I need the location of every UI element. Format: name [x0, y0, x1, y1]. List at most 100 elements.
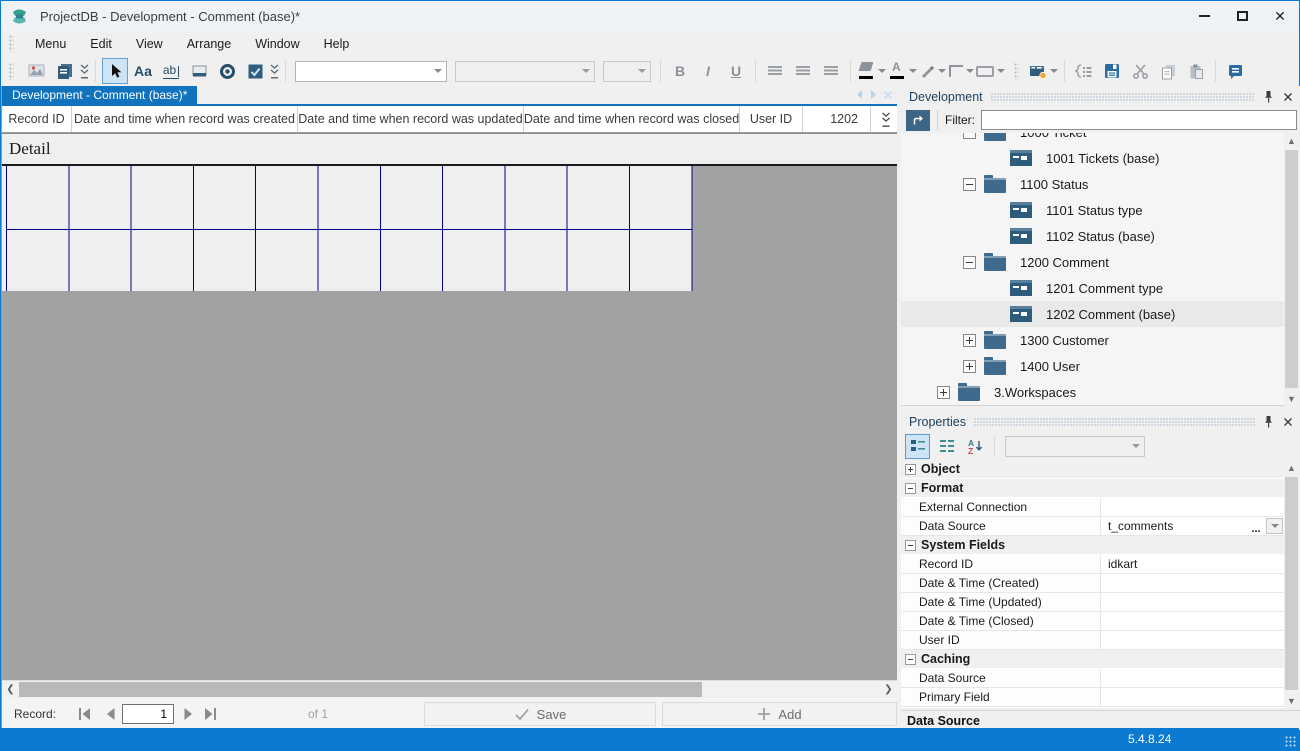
tree-item[interactable]: 1000 Ticket [901, 133, 1284, 145]
maximize-button[interactable] [1223, 1, 1261, 31]
tab-scroll-left-icon[interactable] [855, 89, 864, 100]
scroll-up-icon[interactable]: ▲ [1284, 133, 1299, 148]
tree-item[interactable]: 1001 Tickets (base) [901, 145, 1284, 171]
property-row[interactable]: External Connection [901, 498, 1284, 517]
border-style-button[interactable] [948, 58, 974, 84]
tree-item[interactable]: 1400 User [901, 353, 1284, 379]
alphabetical-sort-button[interactable]: A Z [963, 434, 988, 459]
property-row[interactable]: User ID [901, 631, 1284, 650]
tab-development-comment[interactable]: Development - Comment (base)* [2, 86, 198, 104]
fill-color-button[interactable] [857, 58, 886, 84]
tree-item[interactable]: 1202 Comment (base) [901, 301, 1284, 327]
scrollbar-thumb[interactable] [19, 682, 702, 697]
cut-button[interactable] [1127, 58, 1153, 84]
property-category-row[interactable]: Object [901, 460, 1284, 479]
expand-icon[interactable] [937, 385, 950, 399]
tree-item[interactable]: 1100 Status [901, 171, 1284, 197]
tree-item[interactable]: 1101 Status type [901, 197, 1284, 223]
collapse-icon[interactable] [963, 133, 976, 139]
save-record-button[interactable]: Save [424, 702, 656, 726]
field-header-6[interactable]: 1202 [803, 106, 871, 132]
menu-item-arrange[interactable]: Arrange [175, 34, 243, 54]
property-value[interactable]: t_comments... [1101, 517, 1284, 535]
field-header-3[interactable]: Date and time when record was updated [298, 106, 524, 132]
chevron-overflow-icon[interactable] [269, 63, 280, 80]
property-value[interactable] [1101, 498, 1284, 516]
property-value[interactable] [1101, 612, 1284, 630]
shape-style-button[interactable] [976, 58, 1005, 84]
select-tool-button[interactable] [102, 58, 128, 84]
checkbox-tool-button[interactable] [242, 58, 268, 84]
tree-item[interactable]: 3.Workspaces [901, 379, 1284, 405]
menu-item-menu[interactable]: Menu [23, 34, 78, 54]
categorized-view-button[interactable] [905, 433, 930, 459]
property-row[interactable]: Primary Field [901, 688, 1284, 707]
collapse-icon[interactable] [905, 539, 916, 551]
property-value[interactable] [1101, 593, 1284, 611]
property-value[interactable] [1101, 688, 1284, 706]
chevron-overflow-icon[interactable] [79, 63, 90, 80]
textbox-tool-button[interactable]: ab [158, 58, 184, 84]
menu-item-window[interactable]: Window [243, 34, 311, 54]
paste-button[interactable] [1183, 58, 1209, 84]
expand-icon[interactable] [905, 463, 916, 475]
collapse-icon[interactable] [963, 177, 976, 191]
bold-button[interactable]: B [667, 58, 693, 84]
panel-drag-texture[interactable] [973, 418, 1255, 427]
radio-tool-button[interactable] [214, 58, 240, 84]
form-options-button[interactable] [1029, 58, 1058, 84]
more-fields-icon[interactable] [880, 111, 892, 129]
report-layout-button[interactable] [52, 58, 78, 84]
label-tool-button[interactable]: Aa [130, 58, 156, 84]
property-value[interactable] [1101, 669, 1284, 687]
property-row[interactable]: Data Source t_comments... [901, 517, 1284, 536]
horizontal-scrollbar[interactable]: ❮ ❯ [2, 680, 897, 698]
close-panel-icon[interactable] [1283, 92, 1293, 102]
field-header-4[interactable]: Date and time when record was closed [524, 106, 740, 132]
record-number-input[interactable] [122, 704, 174, 724]
toolbar-grip[interactable] [1014, 62, 1019, 80]
next-record-button[interactable] [176, 702, 200, 726]
insert-image-button[interactable] [24, 58, 50, 84]
underline-button[interactable]: U [723, 58, 749, 84]
design-canvas[interactable] [2, 166, 897, 680]
filter-input[interactable] [981, 110, 1297, 130]
pin-icon[interactable] [1263, 90, 1274, 103]
dropdown-button[interactable] [1266, 518, 1283, 534]
menu-item-help[interactable]: Help [312, 34, 362, 54]
property-category-row[interactable]: Format [901, 479, 1284, 498]
property-row[interactable]: Date & Time (Updated) [901, 593, 1284, 612]
menu-item-view[interactable]: View [124, 34, 175, 54]
navigate-to-object-button[interactable] [906, 109, 930, 131]
property-row[interactable]: Date & Time (Closed) [901, 612, 1284, 631]
collapse-icon[interactable] [963, 255, 976, 269]
property-category-row[interactable]: Caching [901, 650, 1284, 669]
last-record-button[interactable] [198, 702, 222, 726]
font-family-combobox[interactable] [295, 60, 447, 82]
tree-item[interactable]: 1200 Comment [901, 249, 1284, 275]
minimize-button[interactable] [1185, 1, 1223, 31]
property-row[interactable]: Date & Time (Created) [901, 574, 1284, 593]
field-header-5[interactable]: User ID [740, 106, 803, 132]
list-view-button[interactable] [934, 434, 959, 459]
ellipsis-button[interactable]: ... [1248, 519, 1264, 535]
scroll-right-icon[interactable]: ❯ [880, 681, 897, 698]
toggle-panel-button[interactable] [1222, 58, 1248, 84]
font-size-combobox[interactable] [603, 60, 651, 82]
panel-drag-texture[interactable] [990, 93, 1255, 102]
property-value[interactable] [1101, 574, 1284, 592]
property-row[interactable]: Record ID idkart [901, 555, 1284, 574]
expand-icon[interactable] [963, 359, 976, 373]
toolbar-grip[interactable] [9, 35, 14, 52]
scroll-down-icon[interactable]: ▼ [1284, 391, 1299, 406]
line-color-button[interactable] [919, 58, 946, 84]
properties-scrollbar[interactable]: ▲ ▼ [1284, 460, 1299, 708]
pin-icon[interactable] [1263, 415, 1274, 428]
previous-record-button[interactable] [98, 702, 122, 726]
menu-item-edit[interactable]: Edit [78, 34, 124, 54]
tree-item[interactable]: 1300 Customer [901, 327, 1284, 353]
tab-scroll-right-icon[interactable] [869, 89, 878, 100]
copy-button[interactable] [1155, 58, 1181, 84]
scrollbar-thumb[interactable] [1285, 477, 1298, 690]
field-list-button[interactable] [1071, 58, 1097, 84]
